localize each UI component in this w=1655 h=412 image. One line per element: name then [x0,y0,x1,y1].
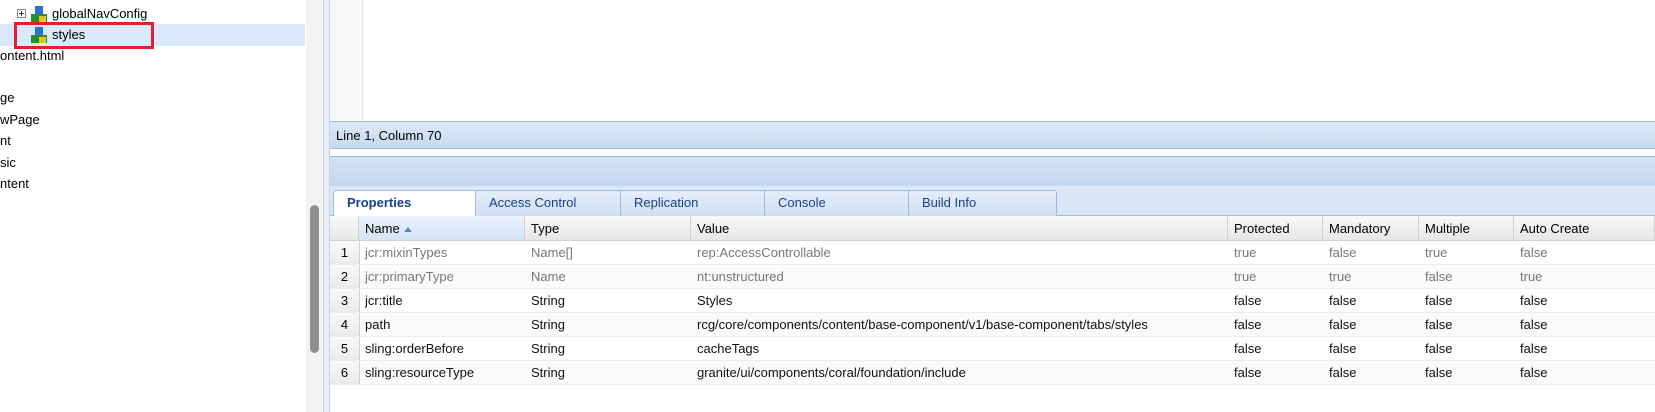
cell-name: path [365,317,391,332]
row-number: 6 [330,361,360,384]
cell-protected: true [1234,245,1257,260]
table-row[interactable]: 5 sling:orderBefore String cacheTags fal… [330,337,1655,361]
tab-console[interactable]: Console [764,190,913,216]
cell-mandatory: false [1329,317,1357,332]
cell-protected: false [1234,365,1262,380]
column-header-mandatory[interactable]: Mandatory [1323,216,1419,241]
cell-name: jcr:mixinTypes [365,245,448,260]
cell-auto-create: false [1520,317,1548,332]
column-header-auto-create[interactable]: Auto Create [1514,216,1655,241]
cell-mandatory: false [1329,245,1357,260]
cell-auto-create: false [1520,341,1548,356]
column-header-type[interactable]: Type [525,216,691,241]
cell-protected: false [1234,317,1262,332]
row-number: 3 [330,289,360,312]
table-row[interactable]: 2 jcr:primaryType Name nt:unstructured t… [330,265,1655,289]
column-header-multiple[interactable]: Multiple [1419,216,1514,241]
row-number: 5 [330,337,360,360]
cell-mandatory: false [1329,293,1357,308]
node-folder-icon [31,6,47,22]
cell-mandatory: false [1329,341,1357,356]
cell-auto-create: false [1520,293,1548,308]
tree-scrollbar-thumb[interactable] [310,205,319,353]
cell-name: sling:orderBefore [365,341,464,356]
content-pane: Line 1, Column 70 Properties Access Cont… [330,0,1655,412]
column-header-value[interactable]: Value [691,216,1228,241]
cell-type: Name[] [531,245,573,260]
table-row[interactable]: 3 jcr:title String Styles false false fa… [330,289,1655,313]
properties-grid: Name Type Value Protected Mandatory Mult… [330,216,1655,412]
tab-access-control[interactable]: Access Control [475,190,624,216]
tree-node-label: ontent.html [0,48,65,63]
tab-strip: Properties Access Control Replication Co… [330,186,1655,217]
cell-value: nt:unstructured [697,269,784,284]
cell-mandatory: true [1329,269,1352,284]
table-row[interactable]: 6 sling:resourceType String granite/ui/c… [330,361,1655,385]
panel-splitter[interactable] [323,0,330,412]
table-row[interactable]: 4 path String rcg/core/components/conten… [330,313,1655,337]
cell-auto-create: true [1520,269,1543,284]
cell-name: jcr:primaryType [365,269,454,284]
cell-multiple: false [1425,365,1453,380]
tab-build-info[interactable]: Build Info [908,190,1057,216]
table-row[interactable]: 1 jcr:mixinTypes Name[] rep:AccessContro… [330,241,1655,265]
cell-value: granite/ui/components/coral/foundation/i… [697,365,966,380]
cell-type: String [531,365,565,380]
cursor-position: Line 1, Column 70 [336,128,442,143]
cell-value: cacheTags [697,341,760,356]
column-header-protected[interactable]: Protected [1228,216,1323,241]
cell-mandatory: false [1329,365,1357,380]
cell-multiple: false [1425,341,1453,356]
row-number: 2 [330,265,360,288]
cell-auto-create: false [1520,245,1548,260]
cell-multiple: false [1425,317,1453,332]
cell-name: sling:resourceType [365,365,475,380]
code-editor[interactable] [330,0,1655,120]
cell-value: rep:AccessControllable [697,245,831,260]
cell-type: String [531,317,565,332]
editor-statusbar: Line 1, Column 70 [330,121,1655,149]
tree-node-label: ntent [0,176,29,191]
tree-node-label: nt [0,133,11,148]
cell-type: String [531,341,565,356]
tree-node-label: sic [0,155,16,170]
panel-header-band [330,156,1655,186]
cell-auto-create: false [1520,365,1548,380]
tab-replication[interactable]: Replication [620,190,769,216]
row-number: 4 [330,313,360,336]
cell-multiple: false [1425,269,1453,284]
cell-name: jcr:title [365,293,403,308]
cell-multiple: false [1425,293,1453,308]
tree-node-label: ge [0,90,15,105]
row-number: 1 [330,241,360,264]
column-header-name[interactable]: Name [359,216,525,241]
tab-properties[interactable]: Properties [333,190,482,217]
cell-protected: false [1234,293,1262,308]
cell-protected: true [1234,269,1257,284]
row-number-header [330,216,359,241]
sort-ascending-icon [403,227,412,233]
cell-value: Styles [697,293,733,308]
cell-value: rcg/core/components/content/base-compone… [697,317,1148,332]
cell-protected: false [1234,341,1262,356]
cell-multiple: true [1425,245,1448,260]
tree-node-label: wPage [0,112,40,127]
column-header-label: Name [365,221,400,236]
editor-gutter [330,0,363,120]
cell-type: String [531,293,565,308]
expand-icon[interactable] [17,9,26,18]
cell-type: Name [531,269,566,284]
repository-tree: globalNavConfig styles ontent.html ge wP… [0,0,305,412]
